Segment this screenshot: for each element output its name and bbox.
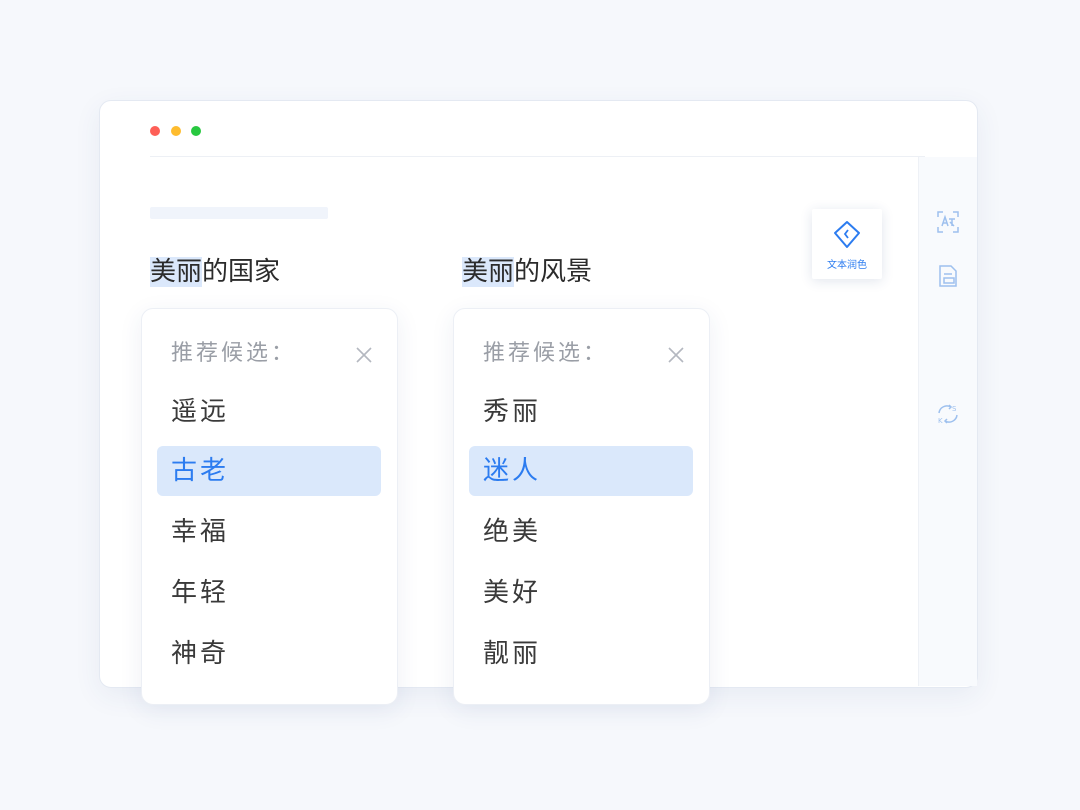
candidate-item-selected[interactable]: 古老 — [157, 446, 381, 496]
candidate-item[interactable]: 神奇 — [157, 629, 381, 679]
candidate-item[interactable]: 绝美 — [469, 507, 693, 557]
candidate-item[interactable]: 靓丽 — [469, 629, 693, 679]
highlighted-word[interactable]: 美丽 — [150, 257, 203, 287]
suggestion-popup-2: 推荐候选： 秀丽 迷人 绝美 美好 靓丽 — [453, 308, 710, 705]
suggestion-title: 推荐候选： — [171, 341, 297, 366]
rewrite-icon[interactable]: S K — [935, 401, 961, 427]
text-polish-icon — [831, 219, 863, 251]
maximize-window-button[interactable] — [191, 126, 201, 136]
suggestion-popup-1: 推荐候选： 遥远 古老 幸福 年轻 神奇 — [141, 308, 398, 705]
phrase-rest: 的国家 — [202, 257, 281, 287]
candidate-item[interactable]: 年轻 — [157, 568, 381, 618]
minimize-window-button[interactable] — [171, 126, 181, 136]
phrase-rest: 的风景 — [514, 257, 593, 287]
editor-phrase-2[interactable]: 美丽的风景 — [462, 252, 592, 292]
candidate-item[interactable]: 遥远 — [157, 387, 381, 437]
candidate-item[interactable]: 美好 — [469, 568, 693, 618]
svg-text:S: S — [952, 405, 957, 413]
text-polish-label: 文本润色 — [827, 260, 867, 271]
highlighted-word[interactable]: 美丽 — [462, 257, 515, 287]
placeholder-text-bar — [150, 207, 328, 219]
close-window-button[interactable] — [150, 126, 160, 136]
title-divider — [150, 156, 925, 157]
candidate-item[interactable]: 秀丽 — [469, 387, 693, 437]
suggestion-title: 推荐候选： — [483, 341, 609, 366]
close-icon[interactable] — [354, 345, 374, 365]
text-polish-button[interactable]: 文本润色 — [812, 209, 882, 279]
svg-text:K: K — [938, 417, 943, 425]
candidate-item[interactable]: 幸福 — [157, 507, 381, 557]
right-toolbar: S K — [918, 157, 977, 686]
translate-icon[interactable] — [935, 209, 961, 235]
document-icon[interactable] — [935, 263, 961, 289]
editor-phrase-1[interactable]: 美丽的国家 — [150, 252, 280, 292]
candidate-item-selected[interactable]: 迷人 — [469, 446, 693, 496]
close-icon[interactable] — [666, 345, 686, 365]
